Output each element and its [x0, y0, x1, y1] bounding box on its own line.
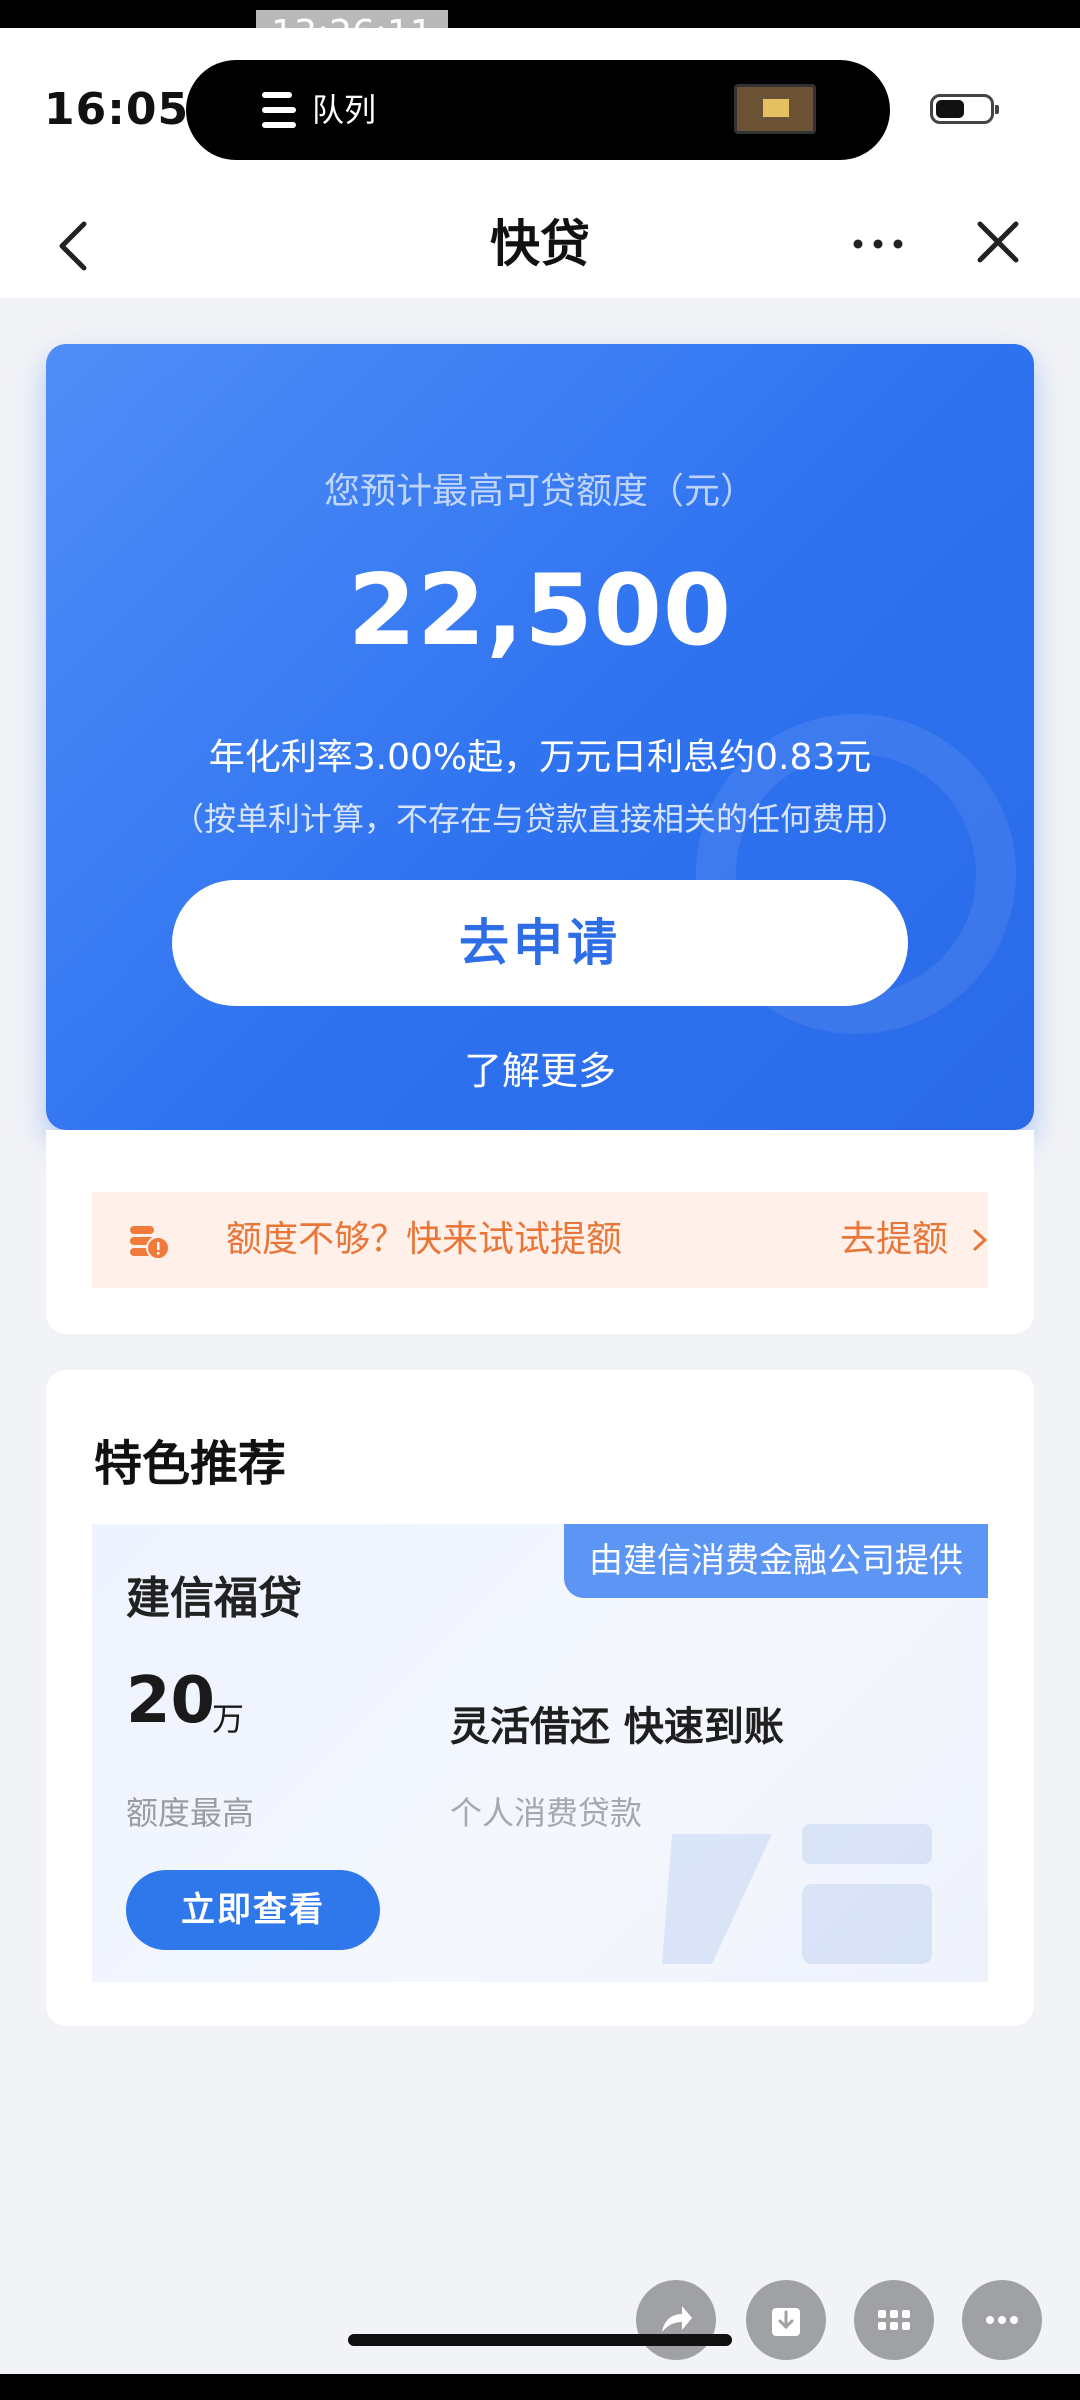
provider-tag: 由建信消费金融公司提供: [564, 1524, 988, 1598]
battery-icon: [930, 94, 999, 124]
apps-button[interactable]: [854, 2280, 934, 2360]
more-dots-icon: [986, 2316, 1018, 2324]
bottom-black-bar: [0, 2374, 1080, 2400]
more-button[interactable]: [848, 212, 908, 276]
limit-subtitle: 您预计最高可贷额度（元）: [323, 471, 756, 512]
home-indicator[interactable]: [348, 2334, 732, 2346]
island-label: 队列: [312, 91, 377, 129]
limit-amount: 22,500: [347, 554, 733, 668]
status-time: 16:05: [44, 84, 190, 135]
download-icon: [772, 2308, 800, 2336]
save-button[interactable]: [746, 2280, 826, 2360]
increase-limit-text: 额度不够？快来试试提额: [226, 1219, 623, 1260]
max-limit-label: 额度最高: [126, 1794, 255, 1832]
max-limit-unit: 万: [212, 1700, 245, 1738]
quota-card: 额度不够？快来试试提额 去提额: [46, 1130, 1034, 1334]
product-feature: 灵活借还 快速到账: [450, 1704, 784, 1750]
coins-icon: [130, 1226, 170, 1260]
share-button[interactable]: [636, 2280, 716, 2360]
status-bar: 16:05 队列: [0, 28, 1080, 188]
recommendation-section: 特色推荐 由建信消费金融公司提供 建信福贷 20 万 额度最高 灵活借还 快速到…: [46, 1370, 1034, 2026]
product-card[interactable]: 由建信消费金融公司提供 建信福贷 20 万 额度最高 灵活借还 快速到账 个人消…: [92, 1524, 988, 1982]
learn-more-link[interactable]: 了解更多: [46, 1040, 1034, 1095]
dynamic-island[interactable]: 队列: [186, 60, 890, 160]
close-button[interactable]: [966, 210, 1030, 274]
watermark-graphic: [662, 1824, 932, 1964]
queue-icon: [262, 90, 296, 130]
navigation-bar: 快贷: [0, 188, 1080, 298]
more-options-button[interactable]: [962, 2280, 1042, 2360]
loan-limit-card: 您预计最高可贷额度（元） 22,500 年化利率3.00%起，万元日利息约0.8…: [46, 344, 1034, 1130]
product-name: 建信福贷: [126, 1573, 302, 1624]
chevron-right-icon: [973, 1229, 987, 1251]
media-thumbnail: [734, 84, 816, 134]
page-title: 快贷: [490, 215, 590, 273]
fee-note: （按单利计算，不存在与贷款直接相关的任何费用）: [171, 800, 908, 838]
section-title: 特色推荐: [94, 1436, 287, 1492]
close-icon: [977, 221, 1019, 263]
apply-button[interactable]: 去申请: [172, 880, 908, 1006]
interest-rate-text: 年化利率3.00%起，万元日利息约0.83元: [208, 737, 872, 778]
max-limit-value: 20: [126, 1664, 216, 1738]
product-category: 个人消费贷款: [450, 1794, 643, 1832]
more-dots-icon: [853, 239, 903, 249]
increase-limit-banner[interactable]: 额度不够？快来试试提额 去提额: [92, 1192, 988, 1288]
view-now-button[interactable]: 立即查看: [126, 1870, 380, 1950]
top-black-bar: [0, 0, 1080, 28]
grid-icon: [878, 2310, 910, 2330]
increase-limit-action[interactable]: 去提额: [840, 1216, 948, 1264]
